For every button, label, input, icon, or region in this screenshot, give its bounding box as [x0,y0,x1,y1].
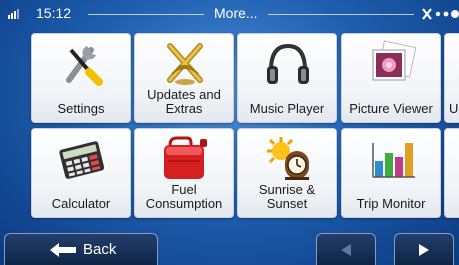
tile-label: Sunrise & Sunset [258,182,316,211]
picture-viewer-button[interactable]: Picture Viewer [341,33,441,123]
divider [268,14,414,15]
previous-page-button[interactable] [316,233,376,265]
left-triangle-icon [341,244,351,256]
signal-icon [8,9,19,19]
more-menu-screen: 15:12 More... Settings Updates and Extra [0,0,459,265]
updates-icon [167,43,203,85]
music-player-button[interactable]: Music Player [237,33,337,123]
back-button[interactable]: Back [4,233,158,265]
bottom-bar: Back [0,233,459,265]
back-label: Back [83,241,117,258]
picture-icon [372,40,417,81]
next-page-button[interactable] [394,233,454,265]
tile-label: Picture Viewer [349,101,433,116]
calculator-icon [59,141,105,179]
calculator-button[interactable]: Calculator [31,128,131,218]
page-title: More... [214,5,258,21]
tile-label: Calculator [51,196,111,211]
sunrise-sunset-button[interactable]: Sunrise & Sunset [237,128,337,218]
satellite-icon [422,8,459,20]
partial-menu-button[interactable]: U [444,33,459,123]
settings-icon [66,46,103,86]
tile-label: Music Player [249,101,325,116]
fuel-consumption-button[interactable]: Fuel Consumption [134,128,234,218]
bar-chart-icon [372,143,415,178]
tile-label: Updates and Extras [147,87,221,116]
tile-label: U [449,101,459,116]
tile-label: Settings [57,101,105,116]
status-bar: 15:12 More... [0,0,459,28]
settings-button[interactable]: Settings [31,33,131,123]
fuel-can-icon [164,136,207,179]
headphones-icon [267,43,309,84]
updates-and-extras-button[interactable]: Updates and Extras [134,33,234,123]
divider [88,14,204,15]
partial-menu-button[interactable] [444,128,459,218]
clock: 15:12 [36,5,72,21]
back-arrow-icon [50,243,76,257]
trip-monitor-button[interactable]: Trip Monitor [341,128,441,218]
sun-clock-icon [267,137,309,180]
right-triangle-icon [419,244,429,256]
tile-label: Fuel Consumption [145,182,223,211]
tile-label: Trip Monitor [356,196,426,211]
